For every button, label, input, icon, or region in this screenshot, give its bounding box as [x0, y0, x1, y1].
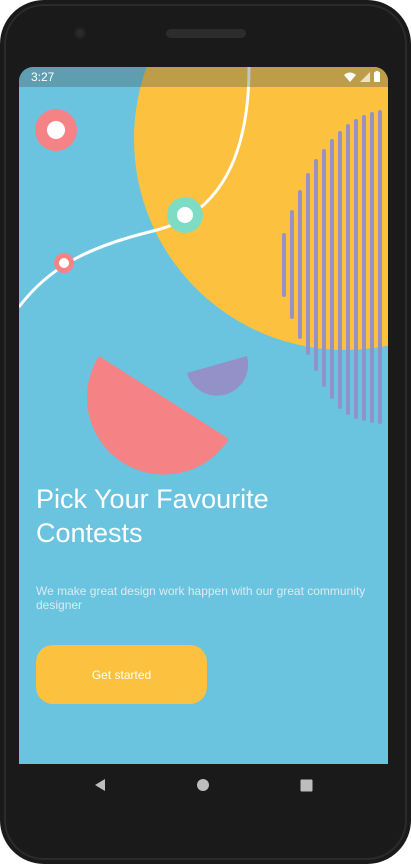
recents-icon — [300, 779, 312, 791]
mint-dot-core — [177, 207, 193, 223]
phone-frame: 3:27 Pick Your Favourite Contests We mak… — [0, 0, 411, 864]
nav-home-button[interactable] — [183, 764, 223, 806]
front-camera — [74, 27, 86, 39]
get-started-button[interactable]: Get started — [36, 645, 207, 704]
page-subtitle: We make great design work happen with ou… — [36, 584, 366, 612]
status-icons — [344, 71, 380, 82]
android-navigation-bar — [19, 764, 388, 806]
back-icon — [95, 779, 105, 791]
coral-dot-small-core — [59, 258, 69, 268]
title-line-2: Contests — [36, 518, 143, 548]
status-time: 3:27 — [31, 70, 55, 84]
home-icon — [197, 779, 209, 791]
status-bar: 3:27 — [19, 67, 388, 87]
coral-dot-large-core — [47, 121, 65, 139]
wifi-icon — [344, 72, 356, 82]
earpiece-speaker — [166, 29, 246, 38]
nav-recents-button[interactable] — [286, 764, 326, 806]
app-screen: 3:27 Pick Your Favourite Contests We mak… — [19, 67, 388, 764]
page-title: Pick Your Favourite Contests — [36, 482, 356, 550]
battery-icon — [374, 71, 380, 82]
nav-back-button[interactable] — [80, 764, 120, 806]
purple-half-circle-shape — [187, 356, 249, 396]
signal-icon — [360, 71, 370, 82]
title-line-1: Pick Your Favourite — [36, 484, 269, 514]
